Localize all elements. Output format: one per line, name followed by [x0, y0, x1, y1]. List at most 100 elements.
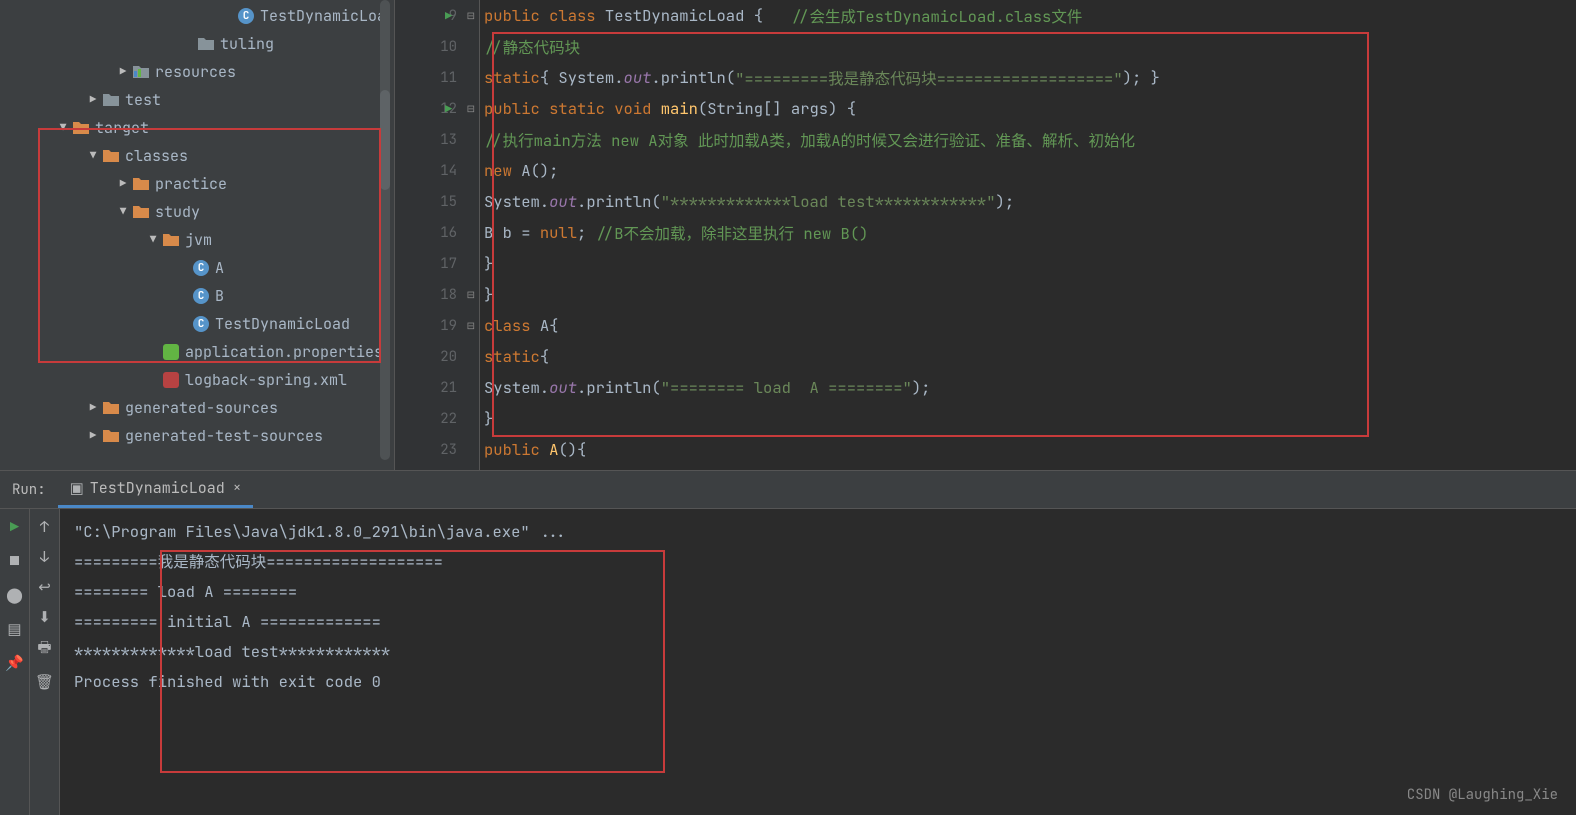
code-area[interactable]: public class TestDynamicLoad { //会生成Test… — [480, 0, 1576, 470]
tree-item-label: study — [155, 202, 200, 222]
tree-scrollbar-track — [380, 0, 390, 460]
console-line: Process finished with exit code 0 — [74, 667, 1562, 697]
code-token: //会生成TestDynamicLoad.class文件 — [791, 5, 1082, 27]
fold-icon[interactable]: ⊟ — [467, 319, 475, 332]
folder-icon — [131, 174, 151, 194]
project-tree[interactable]: CTestDynamicLoa tuling ▶ resources ▶ test ▼tar… — [0, 0, 395, 470]
fold-icon[interactable]: ⊟ — [467, 102, 475, 115]
tree-item-label: resources — [155, 62, 236, 82]
tree-arrow-icon[interactable]: ▶ — [115, 177, 131, 191]
tree-item[interactable]: ▼target — [0, 114, 394, 142]
code-token: { System. — [540, 67, 624, 88]
tree-item[interactable]: logback-spring.xml — [0, 366, 394, 394]
code-token: { — [540, 346, 549, 367]
tree-arrow-icon[interactable]: ▼ — [145, 233, 161, 247]
code-token: ; — [577, 222, 596, 243]
code-token: public — [484, 439, 549, 460]
tree-item[interactable]: ▶ generated-sources — [0, 394, 394, 422]
up-icon[interactable]: ↑ — [40, 517, 49, 537]
debug-icon[interactable]: ⬤ — [6, 585, 23, 605]
pin-icon[interactable]: 📌 — [5, 653, 24, 673]
line-number: 20 — [440, 348, 457, 366]
code-token: static — [484, 67, 540, 88]
tree-item[interactable]: ▼ study — [0, 198, 394, 226]
tree-scrollbar-thumb[interactable] — [380, 90, 390, 190]
console-line: ========= initial A ============= — [74, 607, 1562, 637]
code-token: } — [484, 253, 493, 274]
tree-item-label: test — [125, 90, 161, 110]
code-editor[interactable]: 9▶⊟ 10 11 12▶⊟ 13 14 15 16 17 18⊟ 19⊟ 20… — [395, 0, 1576, 470]
code-token: "=========我是静态代码块===================" — [735, 67, 1123, 89]
console-line: ======== load A ======== — [74, 577, 1562, 607]
close-tab-icon[interactable]: × — [233, 479, 241, 497]
tree-item[interactable]: CB — [0, 282, 394, 310]
tree-item[interactable]: application.properties — [0, 338, 394, 366]
tree-arrow-icon[interactable]: ▶ — [85, 93, 101, 107]
line-number: 11 — [440, 69, 457, 87]
tree-item[interactable]: CTestDynamicLoa — [0, 2, 394, 30]
tree-item-label: tuling — [220, 34, 274, 54]
tree-item[interactable]: CA — [0, 254, 394, 282]
console-line: =========我是静态代码块=================== — [74, 547, 1562, 577]
tree-arrow-icon[interactable]: ▼ — [85, 149, 101, 163]
code-token: ); — [996, 191, 1015, 212]
tree-item-label: generated-test-sources — [125, 426, 323, 446]
tree-item[interactable]: CTestDynamicLoad — [0, 310, 394, 338]
tree-arrow-icon[interactable]: ▼ — [55, 121, 71, 135]
code-token: out — [549, 191, 577, 212]
stop-icon[interactable]: ■ — [10, 551, 19, 571]
run-toolbar-left: ▶ ■ ⬤ ▤ 📌 — [0, 509, 30, 815]
tree-arrow-icon[interactable]: ▶ — [85, 401, 101, 415]
code-token: "======== load A ========" — [661, 377, 912, 398]
tree-item[interactable]: tuling — [0, 30, 394, 58]
tree-item-label: generated-sources — [125, 398, 278, 418]
console-line: "C:\Program Files\Java\jdk1.8.0_291\bin\… — [74, 517, 1562, 547]
code-token: //静态代码块 — [484, 36, 580, 58]
line-number: 10 — [440, 38, 457, 56]
line-number: 18 — [440, 286, 457, 304]
class-icon: C — [191, 314, 211, 334]
console-output[interactable]: "C:\Program Files\Java\jdk1.8.0_291\bin\… — [60, 509, 1576, 815]
run-tool-window: Run: ▣ TestDynamicLoad × ▶ ■ ⬤ ▤ 📌 ↑ ↓ ↩… — [0, 470, 1576, 814]
trash-icon[interactable]: 🗑 — [35, 672, 54, 692]
wrap-icon[interactable]: ↩ — [38, 577, 51, 597]
tree-arrow-icon[interactable]: ▶ — [85, 429, 101, 443]
tree-arrow-icon[interactable]: ▶ — [115, 65, 131, 79]
tree-item[interactable]: ▼classes — [0, 142, 394, 170]
rerun-icon[interactable]: ▶ — [10, 517, 19, 537]
fold-icon[interactable]: ⊟ — [467, 9, 475, 22]
class-icon: C — [191, 258, 211, 278]
code-token: { — [549, 315, 558, 336]
tree-item-label: practice — [155, 174, 227, 194]
run-toolbar-right: ↑ ↓ ↩ ⬇ 🖶 🗑 — [30, 509, 60, 815]
tree-item[interactable]: ▶ generated-test-sources — [0, 422, 394, 450]
line-number: 22 — [440, 410, 457, 428]
run-gutter-icon[interactable]: ▶ — [445, 8, 452, 24]
tree-arrow-icon[interactable]: ▼ — [115, 205, 131, 219]
tree-item[interactable]: ▶ resources — [0, 58, 394, 86]
line-number: 16 — [440, 224, 457, 242]
code-token: main — [661, 98, 698, 119]
code-token: "*************load test************" — [661, 191, 996, 212]
code-token: System. — [484, 377, 549, 398]
code-token: ); — [912, 377, 931, 398]
line-number: 14 — [440, 162, 457, 180]
run-label: Run: — [0, 481, 58, 499]
code-token: static — [484, 346, 540, 367]
fold-icon[interactable]: ⊟ — [467, 288, 475, 301]
tree-item[interactable]: ▼jvm — [0, 226, 394, 254]
code-token: null — [540, 222, 577, 243]
tree-item[interactable]: ▶ test — [0, 86, 394, 114]
scroll-icon[interactable]: ⬇ — [38, 607, 51, 627]
run-config-tab[interactable]: ▣ TestDynamicLoad × — [58, 472, 254, 508]
code-token: A — [549, 439, 558, 460]
line-number: 17 — [440, 255, 457, 273]
print-icon[interactable]: 🖶 — [37, 637, 51, 662]
class-icon: C — [236, 6, 256, 26]
editor-gutter[interactable]: 9▶⊟ 10 11 12▶⊟ 13 14 15 16 17 18⊟ 19⊟ 20… — [395, 0, 480, 470]
tree-item-label: logback-spring.xml — [185, 370, 347, 390]
tree-item[interactable]: ▶ practice — [0, 170, 394, 198]
run-gutter-icon[interactable]: ▶ — [445, 101, 452, 117]
layout-icon[interactable]: ▤ — [7, 619, 21, 639]
down-icon[interactable]: ↓ — [40, 547, 49, 567]
